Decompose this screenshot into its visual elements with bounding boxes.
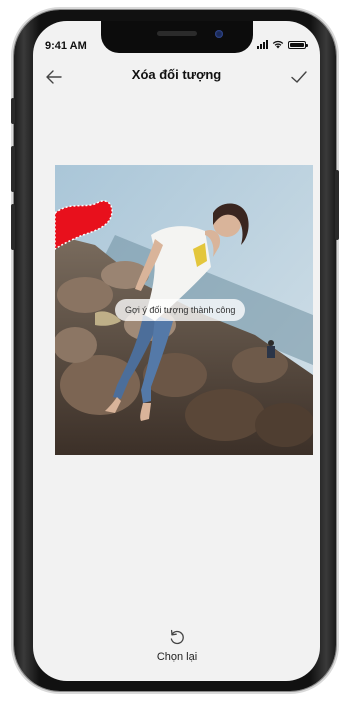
side-button-volume-down [11, 204, 15, 250]
side-button-silent [11, 98, 15, 124]
signal-icon [257, 40, 268, 49]
rotate-ccw-icon [170, 629, 184, 645]
reset-selection-button[interactable]: Chọn lại [151, 627, 203, 669]
side-button-volume-up [11, 146, 15, 192]
camera-icon [215, 30, 223, 38]
confirm-button[interactable] [286, 66, 312, 88]
edited-photo[interactable]: Gợi ý đối tượng thành công [55, 165, 313, 455]
status-icons [257, 40, 308, 49]
speaker [157, 31, 197, 36]
detection-toast: Gợi ý đối tượng thành công [115, 299, 246, 321]
app-screen: 9:41 AM Xóa đối tượng Gợi ý đối tượng th… [33, 21, 320, 681]
status-time: 9:41 AM [45, 40, 87, 52]
battery-icon [288, 40, 308, 49]
side-button-power [335, 170, 339, 240]
wifi-icon [272, 40, 284, 49]
notch [101, 21, 253, 53]
reset-label: Chọn lại [156, 651, 198, 663]
checkmark-icon [291, 71, 307, 83]
page-title: Xóa đối tượng [131, 67, 222, 82]
